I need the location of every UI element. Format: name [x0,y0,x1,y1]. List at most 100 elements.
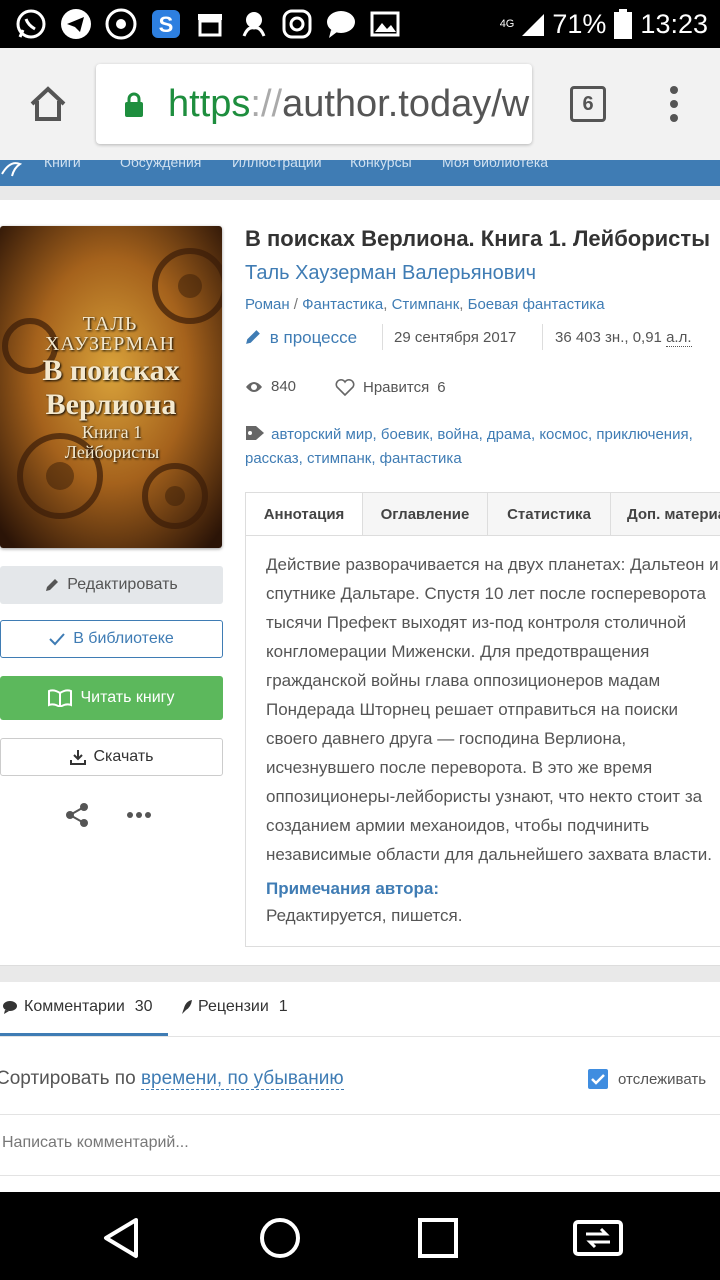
telegram-icon [61,9,91,39]
tab-reviews[interactable]: Рецензии 1 [180,998,288,1016]
eye-icon [246,381,262,392]
site-nav: Книги Обсуждения Иллюстрации Конкурсы Мо… [0,160,720,186]
read-book-button[interactable]: Читать книгу [0,676,223,720]
tab-statistics[interactable]: Статистика [487,492,611,536]
tab-annotation[interactable]: Аннотация [245,492,363,536]
status-in-progress[interactable]: в процессе [245,328,357,348]
track-label: отслеживать [618,1070,707,1088]
home-nav-icon[interactable] [258,1216,302,1260]
app-s-icon: S [152,10,180,38]
genre-form[interactable]: Роман [245,296,290,313]
network-type: 4G [499,18,515,30]
more-menu-icon[interactable] [664,84,684,124]
home-icon[interactable] [28,84,68,124]
download-button[interactable]: Скачать [0,738,223,776]
tab-count: 6 [582,92,594,115]
download-icon [69,750,86,765]
feather-icon [182,1000,192,1014]
reviews-count: 1 [278,998,288,1015]
annotation-text: Действие разворачивается на двух планета… [266,555,719,864]
pencil-icon [246,330,260,344]
sort-field-link[interactable]: времени, по убыванию [140,1068,344,1090]
tab-comments[interactable]: Комментарии 30 [2,998,153,1016]
comment-input[interactable] [0,1115,700,1171]
comments-tab-label: Комментарии [24,998,125,1015]
tags-icon [246,426,264,440]
likes[interactable]: Нравится 6 [335,378,446,396]
tags-line-2[interactable]: рассказ, стимпанк, фантастика [245,450,462,467]
likes-label: Нравится [363,378,430,396]
rotate-screen-icon[interactable] [572,1216,624,1260]
image-icon [370,11,400,37]
url-text: https://author.today/w [168,83,530,125]
likes-value: 6 [437,378,446,396]
status-label: в процессе [269,328,358,347]
pencil-icon [46,579,59,591]
book-open-icon [48,689,73,707]
recents-icon[interactable] [416,1216,460,1260]
nav-illustrations[interactable]: Иллюстрации [232,160,322,170]
nav-my-library[interactable]: Моя библиотека [442,160,548,170]
library-button[interactable]: В библиотеке [0,620,223,658]
book-title: В поисках Верлиона. Книга 1. Лейбористы [245,226,710,251]
track-toggle[interactable]: отслеживать [588,1069,706,1089]
tags-line-1[interactable]: авторский мир, боевик, война, драма, кос… [271,426,693,443]
tab-switcher-button[interactable]: 6 [570,86,606,122]
publish-date: 29 сентября 2017 [394,329,517,346]
book-tags: авторский мир, боевик, война, драма, кос… [245,423,720,471]
comment-input-box [0,1114,720,1176]
views-value: 840 [271,378,297,395]
genre-3[interactable]: Боевая фантастика [468,296,605,313]
library-label: В библиотеке [73,630,174,647]
divider [0,1036,720,1037]
back-icon[interactable] [100,1216,144,1260]
archive-icon [198,14,222,37]
cover-title: В поисках Верлиона [42,354,180,421]
download-label: Скачать [93,748,154,765]
share-icon[interactable] [64,802,90,828]
nav-contests[interactable]: Конкурсы [350,160,412,170]
cover-author: ТАЛЬ ХАУЗЕРМАН [44,313,176,355]
address-bar[interactable]: https://author.today/w [96,64,532,144]
heart-icon [335,378,355,396]
tab-extra-materials[interactable]: Доп. материалы [610,492,720,536]
divider [382,324,383,350]
book-genres: Роман / Фантастика, Стимпанк, Боевая фан… [245,296,605,313]
genre-2[interactable]: Стимпанк [392,296,460,313]
check-icon [49,633,65,646]
size-unit: а.л. [666,329,692,347]
instagram-icon [282,9,312,39]
book-author-link[interactable]: Таль Хаузерман Валерьянович [245,262,536,285]
annotation-panel: Действие разворачивается на двух планета… [245,535,720,947]
more-dots-icon[interactable] [126,810,152,820]
track-checkbox[interactable] [588,1069,608,1089]
system-nav-bar [0,1192,720,1280]
check-icon [591,1074,605,1085]
genre-1[interactable]: Фантастика [302,296,383,313]
status-bar: S 4G 71% 13:23 [0,0,720,48]
battery-percent: 71% [552,8,607,39]
read-label: Читать книгу [80,689,175,706]
status-right: 4G 71% 13:23 [500,0,708,48]
svg-text:S: S [159,12,174,37]
author-notes-text: Редактируется, пишется. [266,906,463,925]
whatsapp-icon [16,9,46,39]
book-tabs: Аннотация Оглавление Статистика Доп. мат… [245,492,720,536]
reviews-tab-label: Рецензии [198,998,269,1015]
comments-section: Комментарии 30 Рецензии 1 Сортировать по… [0,982,720,1194]
book-cover[interactable]: ТАЛЬ ХАУЗЕРМАН В поисках Верлиона Книга … [0,226,222,548]
tab-contents[interactable]: Оглавление [362,492,488,536]
message-icon [327,11,355,38]
nav-discussions[interactable]: Обсуждения [120,160,201,170]
genre-sep: / [289,296,303,313]
sort-control: Сортировать по времени, по убыванию [0,1068,344,1090]
nav-books[interactable]: Книги [44,160,81,170]
clock: 13:23 [640,8,708,39]
edit-button[interactable]: Редактировать [0,566,223,604]
edit-label: Редактировать [67,576,178,593]
cover-subtitle: Книга 1 Лейбористы [64,422,160,462]
comments-icon [3,1001,17,1014]
site-logo-icon[interactable] [0,160,22,182]
browser-toolbar: https://author.today/w 6 [0,48,720,160]
octopus-icon [242,12,266,37]
